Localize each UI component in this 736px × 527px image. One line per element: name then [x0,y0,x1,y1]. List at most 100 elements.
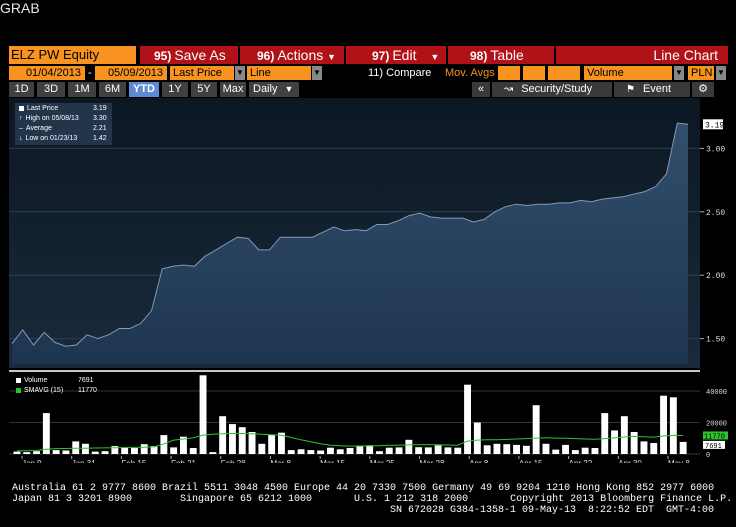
event-icon: ⚑ [626,84,635,95]
high-arrow-icon: ↑ [19,115,23,122]
x-tick-label: Mar 28 [420,459,445,463]
actions-shortcut: 96) [257,49,275,63]
volume-dropdown-icon[interactable]: ▼ [674,66,684,80]
save-as-label: Save As [174,47,226,63]
x-tick-label: Mar 15 [320,459,345,463]
field-select[interactable]: Last Price [170,66,234,80]
price-y-tick-label: 1.50 [706,336,725,345]
volume-bar [424,447,432,454]
edit-label: Edit [392,47,417,63]
actions-menu-button[interactable]: 96) Actions ▼ [240,46,344,64]
volume-bar [552,449,560,454]
volume-bar [52,450,60,454]
range-1d-button[interactable]: 1D [9,82,34,97]
legend-volume-label: Volume [24,377,48,384]
volume-bar [336,449,344,454]
currency-select[interactable]: PLN [688,66,714,80]
save-as-shortcut: 95) [154,49,172,63]
volume-bar [307,450,315,454]
period-dropdown-icon: ▼ [284,84,294,94]
volume-bar [287,450,295,454]
field-dropdown-icon[interactable]: ▼ [235,66,245,80]
legend-volume-value: 7691 [78,377,94,384]
x-tick-label: Apr 15 [519,459,543,463]
price-panel: 1.50 2.00 2.50 3.00 3.19 [9,98,725,368]
range-6m-button[interactable]: 6M [99,82,126,97]
volume-bar [13,451,21,454]
volume-y-axis: 0 20000 40000 11770 7691 [703,389,728,460]
window-title: GRAB [0,0,40,16]
volume-bar [405,439,413,454]
legend-volume: Volume 7691 [16,377,94,384]
price-y-axis: 1.50 2.00 2.50 3.00 3.19 [700,119,725,345]
collapse-icon[interactable]: « [472,82,490,97]
x-tick-label: Mar 8 [270,459,291,463]
actions-label: Actions [277,47,324,63]
volume-bar [72,441,80,454]
x-tick-label: Apr 22 [569,459,593,463]
volume-y-tick-label: 0 [706,452,710,460]
legend-low-value: 1.42 [93,135,107,142]
legend-avg-label: Average [25,125,52,132]
table-button[interactable]: 98) Table [448,46,554,64]
volume-bar [581,447,589,454]
save-as-button[interactable]: 95) Save As [140,46,238,64]
range-ytd-button[interactable]: YTD [129,82,159,97]
x-tick-label: May 8 [668,459,690,463]
legend-low: ↓ Low on 01/23/13 1.42 [19,135,107,142]
volume-bar [532,405,540,454]
mov-avgs-button[interactable]: Mov. Avgs [445,66,495,80]
volume-select[interactable]: Volume [584,66,672,80]
legend-low-label: Low on 01/23/13 [25,135,78,142]
price-y-tick-label: 3.00 [706,145,725,154]
volume-bar [434,445,442,454]
volume-bar [591,448,599,454]
volume-y-tick-label: 20000 [706,421,727,429]
compare-button[interactable]: 11) Compare [368,66,431,80]
volume-bar [42,413,50,454]
volume-bar [121,447,129,454]
volume-bar [630,432,638,454]
range-3d-button[interactable]: 3D [37,82,65,97]
range-max-button[interactable]: Max [220,82,246,97]
range-1m-button[interactable]: 1M [68,82,96,97]
legend-last-value: 3.19 [93,105,107,112]
currency-dropdown-icon[interactable]: ▼ [716,66,726,80]
volume-bar [170,447,178,454]
volume-bar [91,451,99,454]
volume-bar [522,445,530,454]
style-dropdown-icon[interactable]: ▼ [312,66,322,80]
range-5y-button[interactable]: 5Y [191,82,217,97]
volume-bar [562,444,569,454]
security-study-button[interactable]: ↝ Security/Study [492,82,612,97]
mov-avgs-field-3[interactable] [548,66,580,80]
style-select[interactable]: Line [247,66,311,80]
settings-gear-icon[interactable]: ⚙ [692,82,714,97]
volume-bar [346,448,354,454]
table-shortcut: 98) [470,49,488,63]
volume-bar [640,441,648,454]
volume-bar [62,450,70,454]
smavg-tag: 11770 [704,433,725,441]
event-button[interactable]: ⚑ Event [614,82,690,97]
volume-bar [620,416,628,454]
end-date-field[interactable]: 05/09/2013 [95,66,167,80]
chevron-down-icon: ▼ [327,52,337,62]
mov-avgs-field[interactable] [498,66,520,80]
legend-last-price: Last Price 3.19 [19,105,107,112]
ticker-field[interactable]: ELZ PW Equity [9,46,136,64]
smavg-swatch [16,387,21,393]
volume-bar [238,427,246,454]
mov-avgs-field-2[interactable] [523,66,545,80]
security-study-label: Security/Study [521,83,593,95]
last-volume-tag: 7691 [705,443,722,451]
period-select[interactable]: Daily ▼ [249,82,299,97]
start-date-field[interactable]: 01/04/2013 [9,66,85,80]
x-tick-label: Feb 28 [221,459,246,463]
edit-menu-button[interactable]: 97) Edit ▼ [346,46,446,64]
range-1y-button[interactable]: 1Y [162,82,188,97]
volume-bar [219,416,227,454]
table-label: Table [490,47,524,63]
x-tick-label: Apr 8 [469,459,489,463]
volume-bar [601,413,609,454]
